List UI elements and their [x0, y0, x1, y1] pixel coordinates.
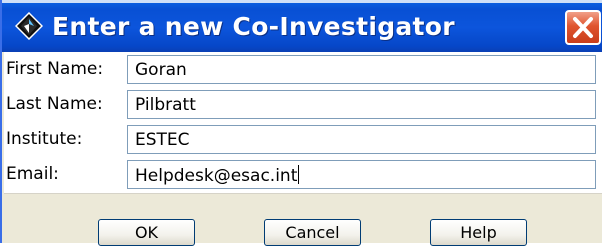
last-name-field[interactable]: Pilbratt: [127, 90, 596, 119]
first-name-value: Goran: [135, 60, 187, 80]
institute-row: Institute: ESTEC: [4, 122, 602, 157]
form-area: First Name: Goran Last Name: Pilbratt In…: [4, 52, 602, 193]
email-field[interactable]: Helpdesk@esac.int: [127, 160, 596, 189]
email-value: Helpdesk@esac.int: [135, 166, 298, 186]
close-button[interactable]: [565, 10, 601, 45]
email-label: Email:: [6, 164, 59, 184]
help-button[interactable]: Help: [430, 219, 527, 246]
cancel-button[interactable]: Cancel: [264, 219, 361, 246]
text-caret: [298, 165, 300, 184]
last-name-value: Pilbratt: [135, 95, 196, 115]
title-bar[interactable]: Enter a new Co-Investigator: [2, 0, 602, 52]
dialog-window: Enter a new Co-Investigator First Name: …: [0, 0, 602, 246]
last-name-row: Last Name: Pilbratt: [4, 87, 602, 122]
email-row: Email: Helpdesk@esac.int: [4, 157, 602, 192]
first-name-field[interactable]: Goran: [127, 55, 596, 84]
last-name-label: Last Name:: [6, 94, 103, 114]
first-name-label: First Name:: [6, 59, 104, 79]
window-title: Enter a new Co-Investigator: [52, 12, 455, 41]
ok-button[interactable]: OK: [98, 219, 195, 246]
button-bar: OK Cancel Help: [4, 197, 602, 246]
divider: [4, 193, 602, 194]
first-name-row: First Name: Goran: [4, 52, 602, 87]
institute-value: ESTEC: [135, 130, 190, 150]
close-x-icon: [573, 17, 593, 38]
diamond-app-icon: [14, 11, 44, 41]
institute-field[interactable]: ESTEC: [127, 125, 596, 154]
institute-label: Institute:: [6, 129, 83, 149]
